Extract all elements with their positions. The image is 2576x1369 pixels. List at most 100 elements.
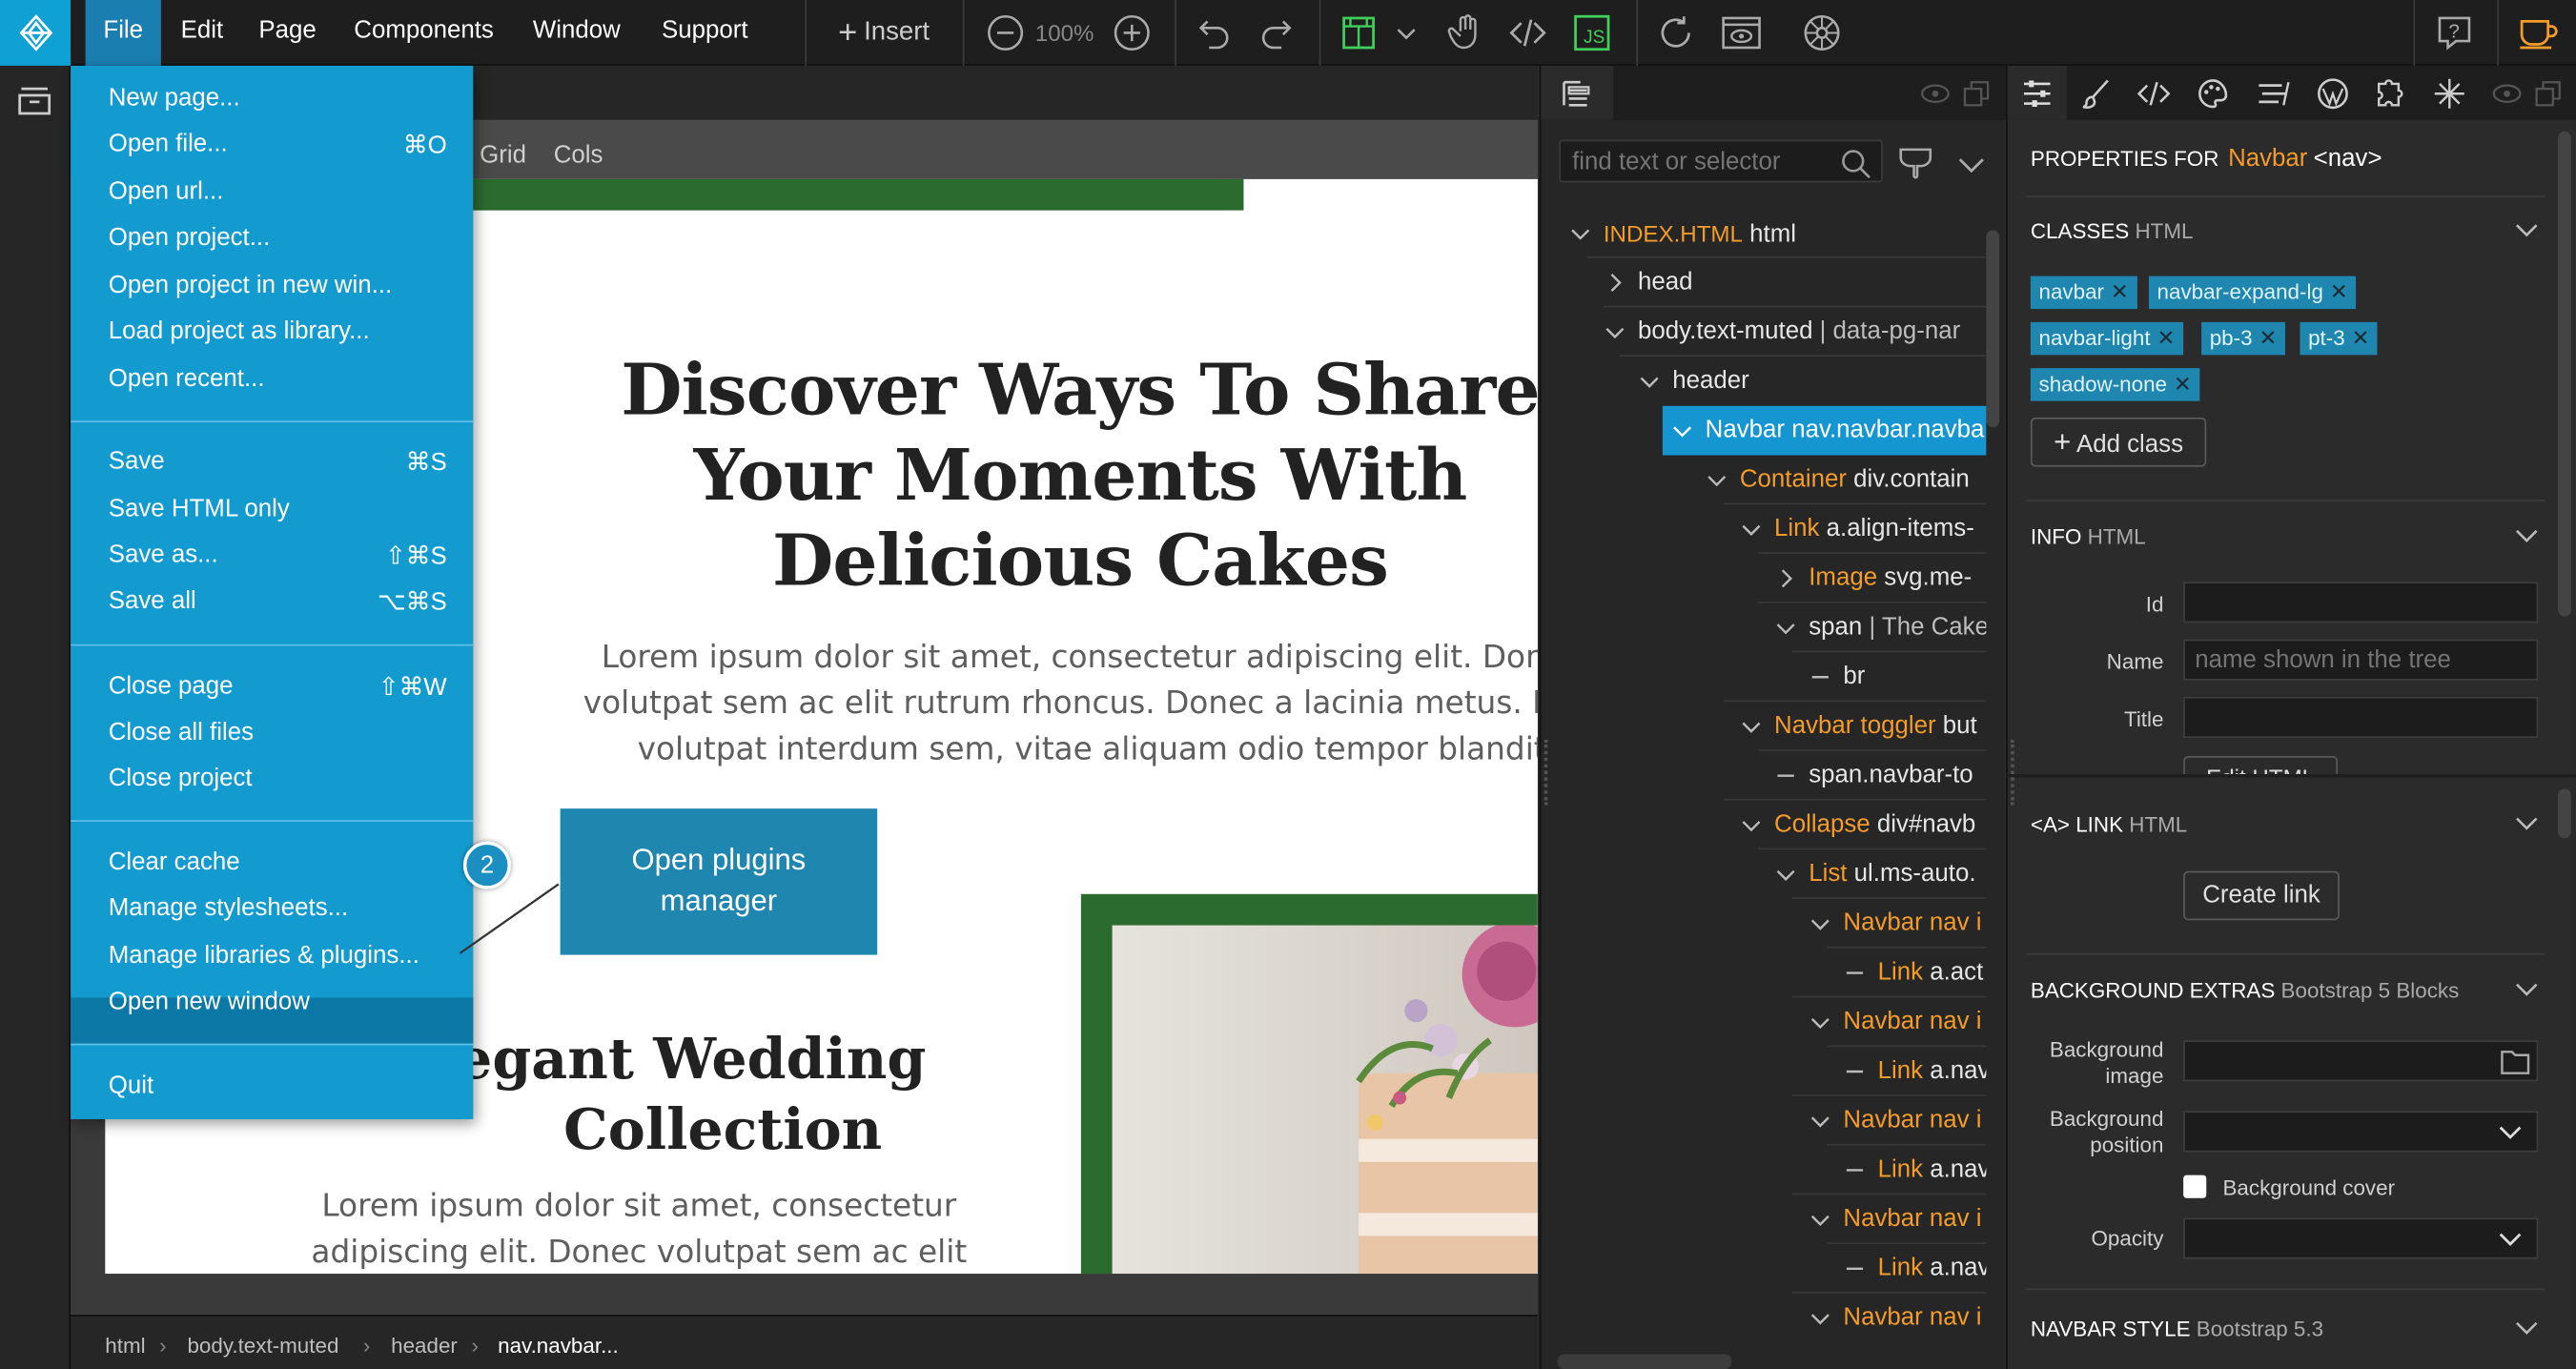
detach-panel-icon[interactable]	[2533, 80, 2563, 107]
menu-edit[interactable]: Edit	[168, 0, 236, 66]
menu-support[interactable]: Support	[650, 0, 759, 66]
sparkle-icon[interactable]	[2433, 77, 2465, 110]
settings-wheel-icon[interactable]	[1799, 0, 1845, 66]
class-tag[interactable]: pb-3 ✕	[2201, 321, 2285, 356]
menu-file[interactable]: File	[85, 0, 161, 66]
tree-row[interactable]: Link a.nav	[1843, 1244, 1986, 1294]
panel-resize-handle[interactable]	[1544, 739, 1549, 806]
tree-row[interactable]: Link a.nav	[1843, 1047, 1986, 1096]
class-tag[interactable]: shadow-none ✕	[2030, 368, 2200, 401]
chevron-down-icon[interactable]	[2513, 810, 2540, 837]
menu-item-manage-libraries-plugins[interactable]: Manage libraries & plugins...	[109, 942, 419, 970]
menu-item-close-page[interactable]: Close page	[109, 672, 234, 700]
chevron-down-icon[interactable]	[1955, 148, 1988, 180]
text-align-icon[interactable]	[2256, 77, 2292, 110]
panel-splitter[interactable]	[2006, 773, 2576, 778]
id-field[interactable]	[2183, 582, 2539, 623]
tree-row[interactable]: INDEX.HTML html	[1569, 209, 1996, 258]
remove-x-icon[interactable]: ✕	[2352, 325, 2370, 350]
puzzle-icon[interactable]	[2374, 77, 2406, 110]
palette-icon[interactable]	[2197, 77, 2229, 110]
remove-x-icon[interactable]: ✕	[2111, 279, 2129, 304]
remove-x-icon[interactable]: ✕	[2259, 325, 2277, 350]
breadcrumb-item[interactable]: header	[391, 1317, 458, 1369]
menu-item-open-new-window[interactable]: Open new window	[109, 988, 310, 1015]
search-icon[interactable]	[1840, 148, 1872, 180]
menu-page[interactable]: Page	[250, 0, 325, 66]
tree-row[interactable]: body.text-muted | data-pg-nar	[1604, 307, 1987, 357]
chevron-down-icon[interactable]	[2497, 1119, 2524, 1146]
tree-row[interactable]: Navbar nav i	[1809, 1294, 1986, 1343]
menu-item-manage-stylesheets[interactable]: Manage stylesheets...	[109, 894, 348, 922]
menu-components[interactable]: Components	[341, 0, 505, 66]
background-position-select[interactable]	[2183, 1111, 2539, 1153]
hand-pointer-icon[interactable]	[1442, 0, 1488, 66]
coffee-cup-icon[interactable]	[2513, 0, 2563, 66]
tree-row[interactable]: span.navbar-to	[1774, 751, 1986, 801]
menu-item-open-url[interactable]: Open url...	[109, 177, 224, 205]
menu-item-open-project-new-window[interactable]: Open project in new win...	[109, 271, 392, 298]
background-image-field[interactable]	[2183, 1040, 2539, 1082]
refresh-icon[interactable]	[1653, 0, 1699, 66]
tree-row[interactable]: Navbar nav i	[1809, 1096, 1986, 1146]
breadcrumb-item[interactable]: html	[105, 1317, 145, 1369]
tree-search-input[interactable]	[1559, 139, 1883, 183]
menu-item-quit[interactable]: Quit	[109, 1072, 153, 1099]
chevron-down-icon[interactable]	[2513, 976, 2540, 1003]
class-tag[interactable]: pt-3 ✕	[2300, 321, 2379, 356]
code-icon[interactable]	[2136, 77, 2171, 110]
breadcrumb-item[interactable]: body.text-muted	[187, 1317, 338, 1369]
opacity-select[interactable]	[2183, 1217, 2539, 1259]
panel-resize-handle[interactable]	[2011, 739, 2015, 806]
background-cover-checkbox[interactable]	[2183, 1175, 2207, 1198]
chevron-down-icon[interactable]	[2513, 522, 2540, 549]
javascript-icon[interactable]: JS	[1569, 0, 1615, 66]
sliders-icon[interactable]	[2007, 65, 2067, 120]
title-field[interactable]	[2183, 696, 2539, 739]
edit-html-button[interactable]: Edit HTML	[2183, 755, 2339, 774]
tree-row[interactable]: Navbar toggler but	[1740, 702, 1986, 751]
remove-x-icon[interactable]: ✕	[2174, 372, 2192, 397]
menu-item-load-project-library[interactable]: Load project as library...	[109, 317, 370, 345]
zoom-in-icon[interactable]	[1109, 0, 1155, 66]
menu-item-clear-cache[interactable]: Clear cache	[109, 848, 240, 876]
chevron-down-icon[interactable]	[2513, 217, 2540, 244]
eye-icon[interactable]	[2492, 80, 2522, 107]
help-icon[interactable]: ?	[2431, 0, 2477, 66]
tree-row[interactable]: Image svg.me-	[1774, 554, 1986, 603]
class-tag[interactable]: navbar-light ✕	[2030, 321, 2183, 356]
menu-item-save[interactable]: Save	[109, 447, 165, 475]
pages-icon[interactable]	[15, 82, 54, 118]
filter-brush-icon[interactable]	[1896, 145, 1935, 184]
eye-icon[interactable]	[1920, 80, 1950, 107]
menu-window[interactable]: Window	[522, 0, 631, 66]
folder-icon[interactable]	[2499, 1047, 2531, 1076]
tree-hscrollbar[interactable]	[1557, 1354, 1732, 1369]
undo-icon[interactable]	[1193, 0, 1236, 66]
menu-item-new-page[interactable]: New page...	[109, 84, 240, 112]
add-class-button[interactable]: + Add class	[2030, 417, 2207, 467]
tree-row[interactable]: span | The Cake	[1774, 603, 1986, 653]
chevron-down-icon[interactable]	[2497, 1226, 2524, 1253]
class-tag[interactable]: navbar-expand-lg ✕	[2148, 276, 2357, 310]
tree-row[interactable]: Navbar nav i	[1809, 997, 1986, 1047]
preview-icon[interactable]	[1717, 0, 1767, 66]
detach-panel-icon[interactable]	[1962, 80, 1992, 107]
wordpress-icon[interactable]	[2317, 77, 2349, 110]
menu-item-open-recent[interactable]: Open recent...	[109, 365, 265, 393]
breadcrumb-item-current[interactable]: nav.navbar...	[498, 1317, 619, 1369]
create-link-button[interactable]: Create link	[2183, 870, 2340, 921]
name-field[interactable]	[2183, 639, 2539, 681]
cols-toggle[interactable]: Cols	[554, 120, 603, 179]
tree-row[interactable]: Link a.act	[1843, 949, 1986, 998]
remove-x-icon[interactable]: ✕	[2157, 325, 2175, 350]
brush-icon[interactable]	[2080, 77, 2113, 110]
tree-row-selected[interactable]: Navbar nav.navbar.navba	[1662, 405, 1987, 456]
zoom-out-icon[interactable]	[982, 0, 1028, 66]
tree-row[interactable]: Link a.align-items-	[1740, 504, 1986, 554]
menu-item-close-project[interactable]: Close project	[109, 765, 253, 792]
menu-item-open-project[interactable]: Open project...	[109, 223, 271, 251]
app-logo-icon[interactable]	[0, 0, 72, 66]
insert-button[interactable]: + Insert	[827, 0, 942, 66]
menu-item-close-all-files[interactable]: Close all files	[109, 718, 254, 746]
